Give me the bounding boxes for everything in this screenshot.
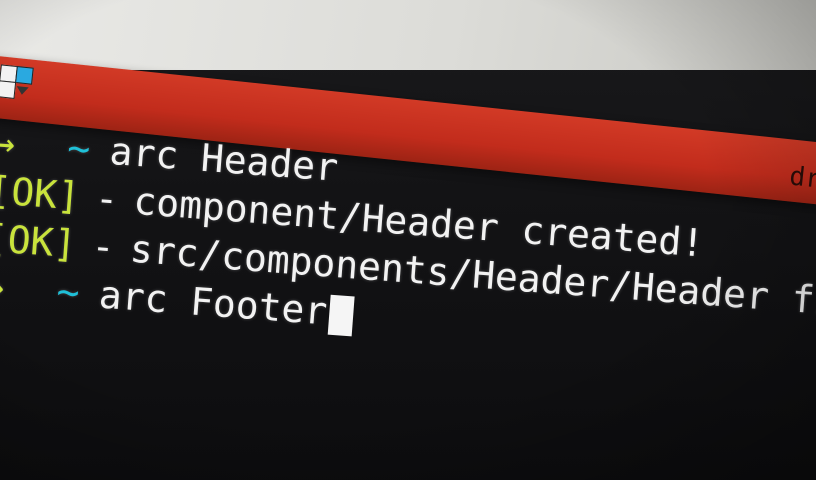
prompt-arrow-icon: → [0,119,17,166]
terminal-app-icon[interactable] [0,64,35,101]
prompt-directory: ~ [55,269,82,315]
prompt-directory: ~ [65,125,93,172]
status-badge: [OK] [0,215,78,267]
status-badge: [OK] [0,167,82,219]
text-cursor [327,294,355,336]
chevron-down-icon [15,86,29,96]
prompt-arrow-icon: → [0,263,6,310]
separator: - [90,223,117,270]
separator: - [93,175,120,222]
desktop-background [0,0,816,70]
screen: dr → ~ arc Header [OK] - component/Header cr… [0,0,816,480]
